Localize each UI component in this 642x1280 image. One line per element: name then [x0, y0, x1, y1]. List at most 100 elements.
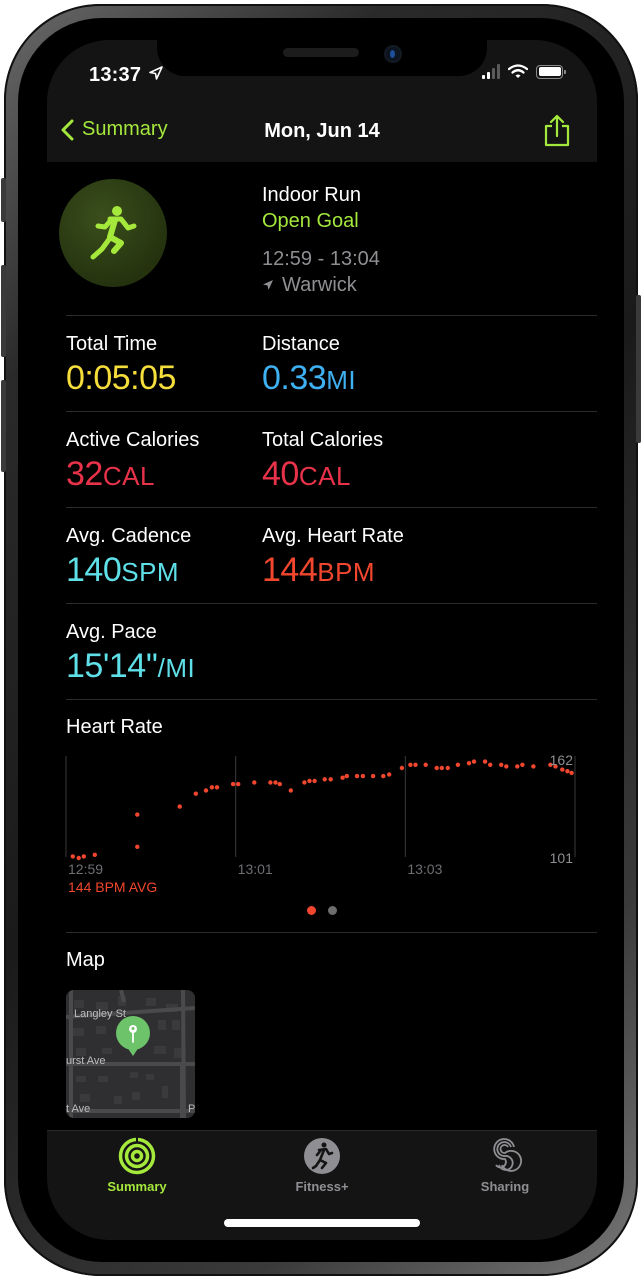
- map-label: t Ave: [66, 1103, 90, 1115]
- map-label: P: [188, 1103, 195, 1115]
- location-arrow-icon: [263, 280, 273, 290]
- home-indicator[interactable]: [224, 1219, 420, 1227]
- heart-rate-point: [504, 764, 509, 769]
- tab-label: Summary: [107, 1179, 167, 1194]
- heart-rate-point: [322, 777, 327, 782]
- speaker-grille: [283, 48, 359, 57]
- metric-label: Active Calories: [66, 429, 200, 451]
- heart-rate-point: [344, 773, 349, 779]
- heart-rate-point: [209, 785, 215, 790]
- power-button: [636, 295, 641, 443]
- workout-type: Indoor Run: [262, 184, 361, 206]
- heart-rate-point: [381, 773, 386, 779]
- activity-rings-icon: [118, 1137, 156, 1175]
- battery-icon: [536, 64, 566, 79]
- tab-sharing[interactable]: Sharing: [445, 1137, 565, 1194]
- heart-rate-point: [413, 762, 418, 767]
- map-title: Map: [66, 949, 105, 971]
- heart-rate-point: [488, 762, 493, 767]
- x-tick-label: 13:03: [407, 861, 442, 877]
- metric-total-time: Total Time 0:05:05: [66, 332, 176, 400]
- metric-value: 0.33MI: [262, 359, 357, 397]
- heart-rate-point: [399, 765, 405, 771]
- workout-header: Indoor Run Open Goal 12:59 - 13:04 Warwi…: [47, 162, 597, 315]
- metric-label: Avg. Pace: [66, 621, 157, 643]
- heart-rate-point: [193, 791, 198, 796]
- map-section: Map Langley St urst Ave t Ave P: [47, 933, 597, 1133]
- heart-rate-point: [531, 764, 536, 769]
- workout-goal: Open Goal: [262, 210, 359, 232]
- status-time: 13:37: [89, 64, 142, 86]
- metric-total-calories: Total Calories 40CAL: [262, 428, 383, 496]
- cellular-signal-icon: [482, 64, 500, 79]
- page-dot-2[interactable]: [328, 906, 337, 915]
- heart-rate-point: [135, 844, 140, 849]
- heart-rate-point: [569, 770, 574, 776]
- heart-rate-point: [288, 788, 293, 793]
- metric-value: 32CAL: [66, 455, 155, 493]
- heart-rate-point: [370, 773, 376, 779]
- heart-rate-chart: 12:59 13:01 13:03 162 101 144 BPM AVG: [65, 752, 576, 895]
- heart-rate-point: [328, 777, 333, 782]
- map-label: urst Ave: [66, 1055, 106, 1067]
- metric-row: Avg. Cadence 140SPM Avg. Heart Rate 144B…: [47, 508, 597, 603]
- metric-avg-heart-rate: Avg. Heart Rate 144BPM: [262, 524, 404, 592]
- heart-rate-point: [277, 781, 282, 787]
- heart-rate-point: [203, 788, 209, 793]
- heart-rate-point: [268, 780, 273, 785]
- metric-avg-cadence: Avg. Cadence 140SPM: [66, 524, 191, 592]
- heart-rate-point: [135, 812, 140, 817]
- heart-rate-point: [312, 778, 317, 784]
- volume-down-button: [1, 380, 6, 472]
- sharing-icon: [493, 1138, 522, 1172]
- heart-rate-point: [387, 772, 392, 777]
- heart-rate-point: [565, 769, 570, 774]
- wifi-icon: [508, 64, 528, 78]
- map-label: Langley St: [74, 1008, 126, 1020]
- workout-time-range: 12:59 - 13:04: [262, 248, 380, 270]
- metric-value: 144BPM: [262, 551, 376, 589]
- metric-value: 140SPM: [66, 551, 180, 589]
- map-thumbnail[interactable]: Langley St urst Ave t Ave P: [66, 990, 195, 1118]
- metric-label: Avg. Cadence: [66, 525, 192, 547]
- tab-summary[interactable]: Summary: [77, 1137, 197, 1194]
- heart-rate-section[interactable]: Heart Rate 12:59 13:01 13:03 162 101 144 BPM …: [47, 700, 597, 932]
- share-icon[interactable]: [543, 114, 571, 148]
- heart-rate-point: [214, 785, 220, 790]
- heart-rate-point: [445, 765, 450, 771]
- tab-bar: Summary Fitness+ Sharing: [47, 1130, 597, 1240]
- x-tick-label: 12:59: [68, 861, 103, 877]
- workout-location: Warwick: [262, 272, 380, 298]
- heart-rate-point: [340, 775, 345, 780]
- y-min-label: 101: [550, 850, 574, 866]
- heart-rate-point: [177, 804, 182, 809]
- metric-value: 0:05:05: [66, 359, 176, 397]
- location-name: Warwick: [282, 274, 357, 296]
- fitness-plus-icon: [304, 1138, 340, 1174]
- heart-rate-point: [408, 762, 413, 767]
- tab-fitness-plus[interactable]: Fitness+: [262, 1137, 382, 1194]
- page-dot-1[interactable]: [307, 906, 316, 915]
- heart-rate-point: [499, 762, 504, 767]
- metric-row: Active Calories 32CAL Total Calories 40C…: [47, 412, 597, 507]
- status-icons: [482, 64, 566, 79]
- heart-rate-point: [515, 764, 520, 769]
- avg-bpm-label: 144 BPM AVG: [68, 879, 157, 895]
- heart-rate-point: [252, 780, 257, 785]
- metric-distance: Distance 0.33MI: [262, 332, 356, 400]
- notch: [157, 40, 487, 76]
- metric-active-calories: Active Calories 32CAL: [66, 428, 199, 496]
- heart-rate-point: [434, 765, 439, 771]
- tab-label: Sharing: [480, 1179, 530, 1194]
- silent-switch: [1, 178, 6, 222]
- heart-rate-point: [354, 773, 360, 779]
- metric-row: Total Time 0:05:05 Distance 0.33MI: [47, 316, 597, 411]
- metric-avg-pace: Avg. Pace 15'14''/MI: [66, 620, 195, 688]
- heart-rate-point: [230, 781, 236, 787]
- heart-rate-point: [307, 778, 312, 784]
- page-indicator[interactable]: [47, 906, 597, 915]
- heart-rate-point: [360, 773, 366, 779]
- heart-rate-point: [70, 854, 75, 859]
- front-camera: [386, 47, 400, 61]
- metric-value: 40CAL: [262, 455, 351, 493]
